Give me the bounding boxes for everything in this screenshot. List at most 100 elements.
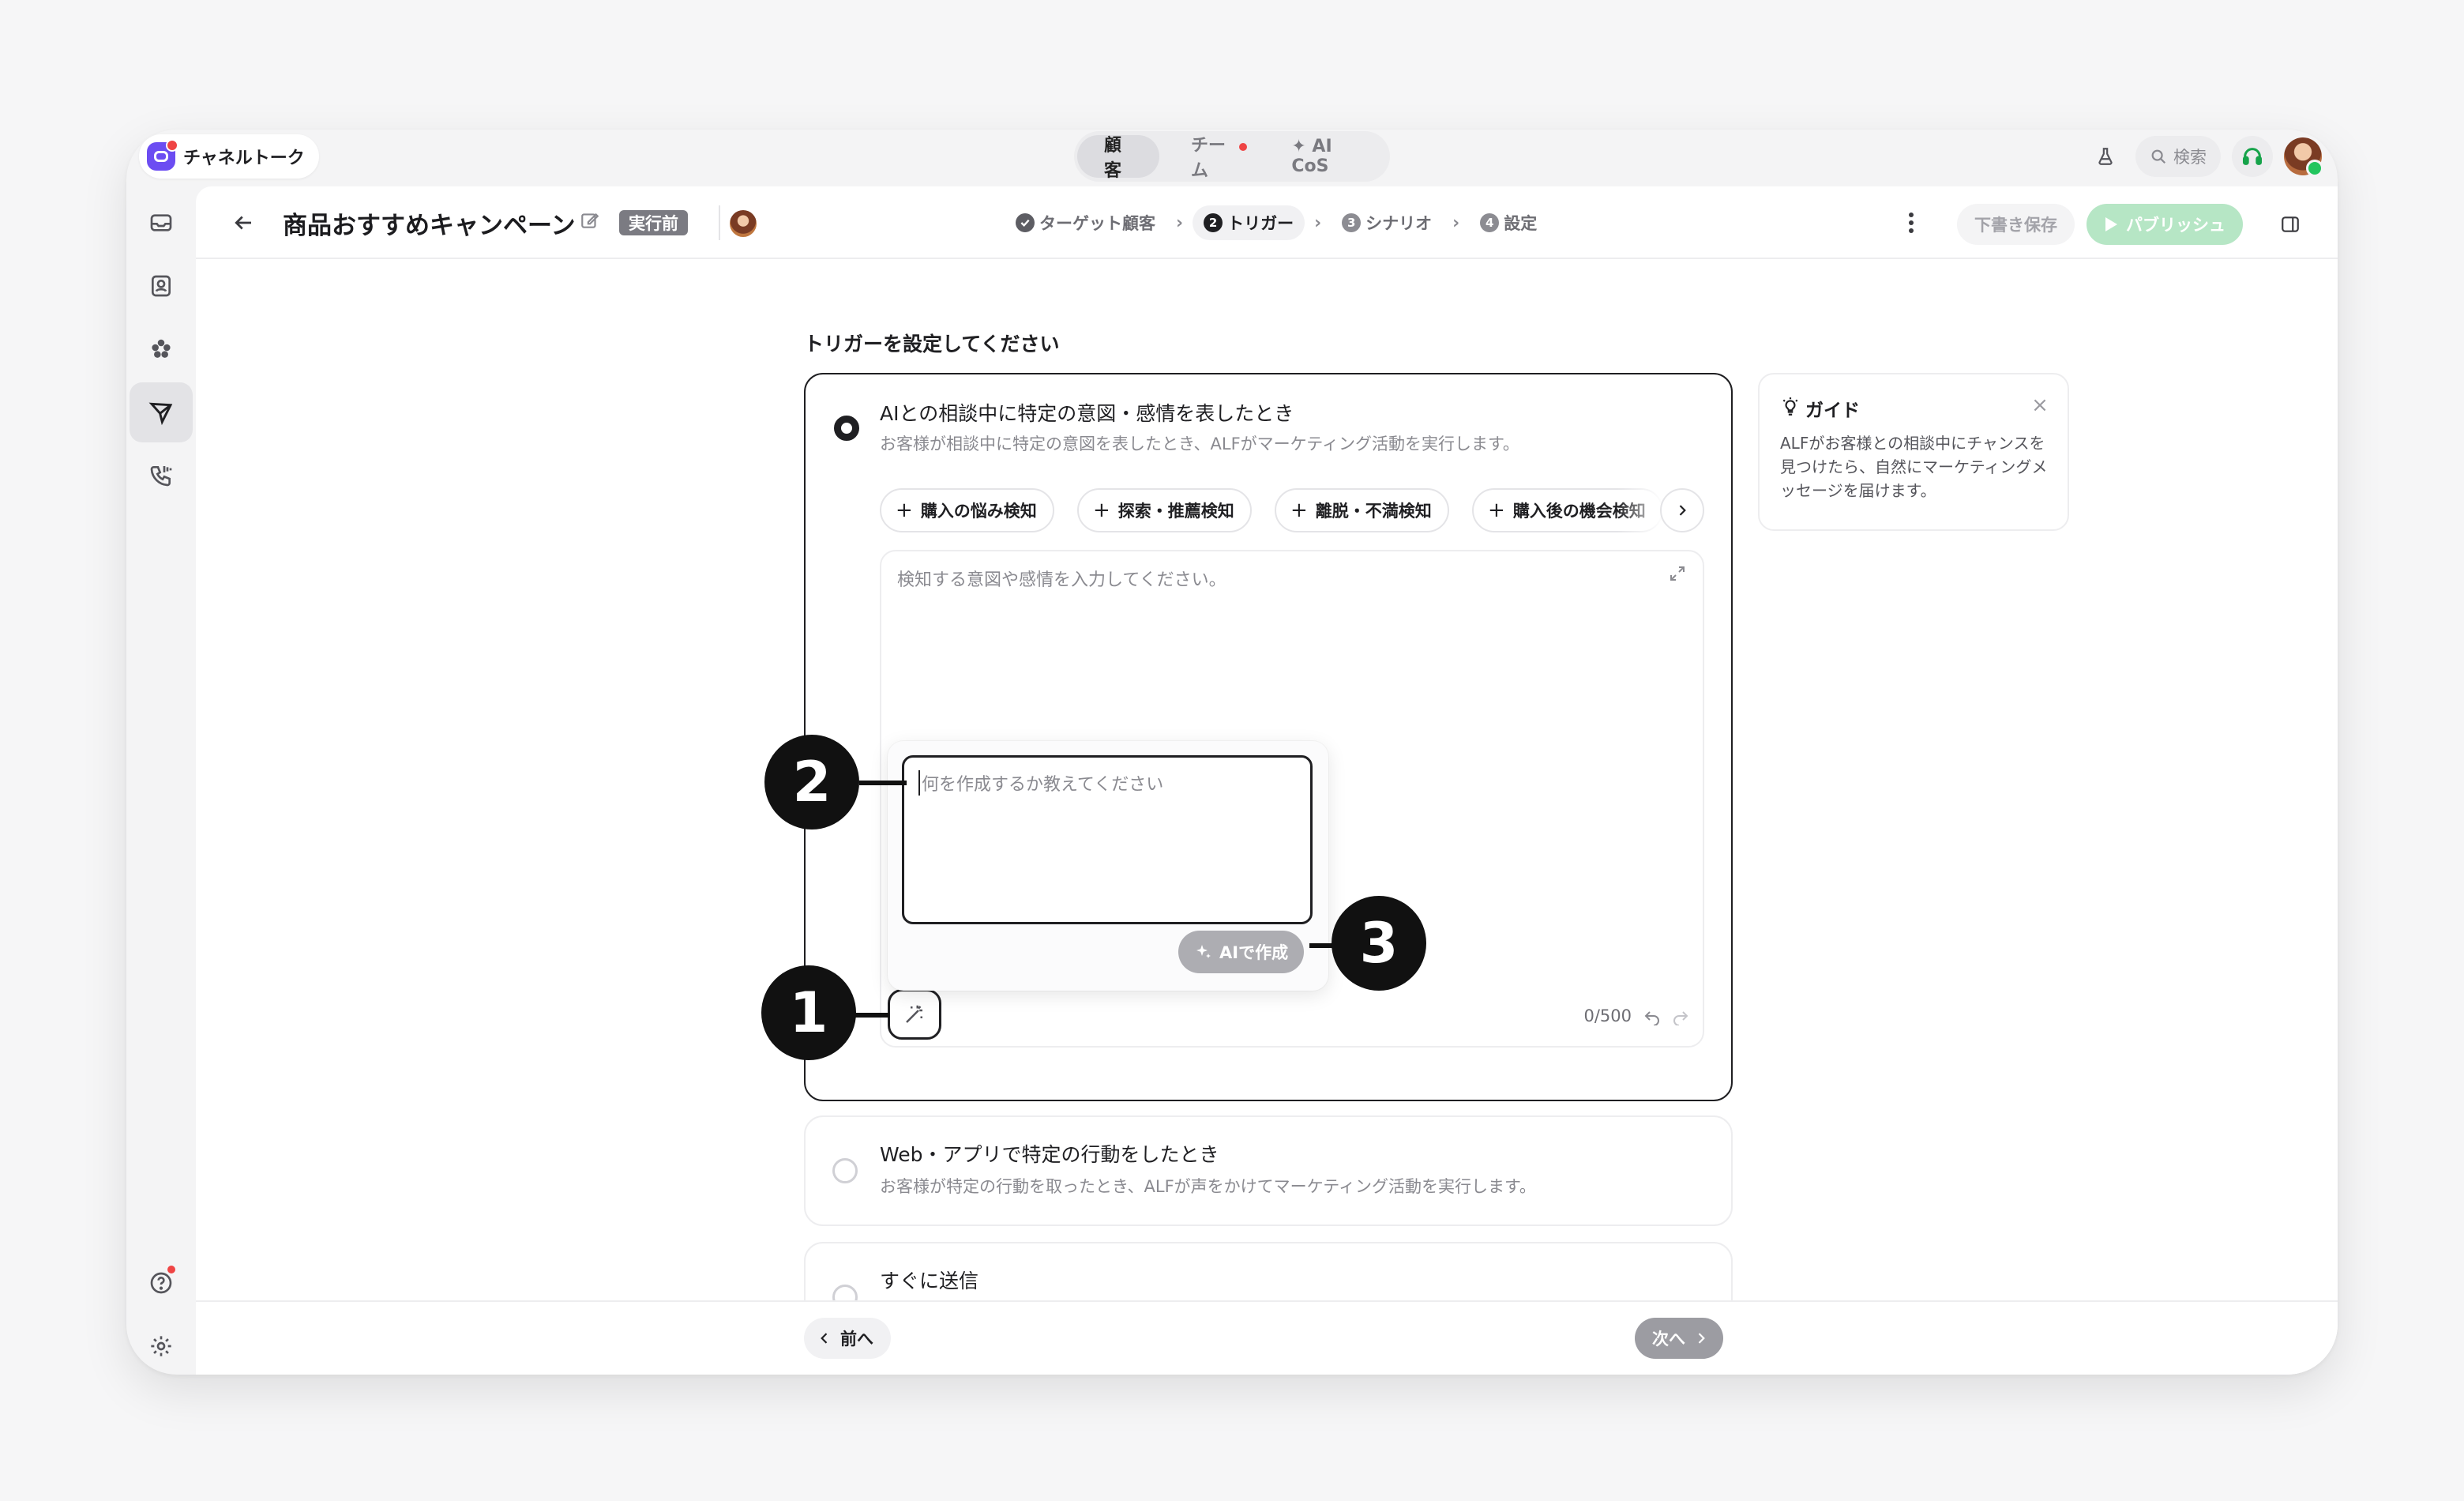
side-panel-icon (2282, 216, 2299, 232)
nav-marketing[interactable] (130, 382, 193, 442)
step-settings[interactable]: 4 設定 (1469, 205, 1548, 240)
redo-icon (1673, 1011, 1688, 1026)
guide-text: ALFがお客様との相談中にチャンスを見つけたら、自然にマーケティングメッセージを… (1780, 434, 2048, 500)
undo-icon (1644, 1011, 1659, 1026)
expand-button[interactable] (1668, 564, 1690, 586)
status-badge: 実行前 (619, 210, 688, 235)
campaign-header: 商品おすすめキャンペーン 実行前 ターゲット顧客 › 2 トリガー › 3 シナ… (196, 186, 2338, 259)
flower-icon (152, 339, 171, 358)
chevron-right-icon: › (1314, 213, 1322, 233)
footer-bar: 前へ 次へ (196, 1300, 2338, 1375)
editor-placeholder: 検知する意図や感情を入力してください。 (897, 570, 1226, 590)
contact-card-icon (152, 275, 171, 297)
callout-connector (853, 1013, 889, 1018)
search-button[interactable]: 検索 (2135, 136, 2221, 177)
left-nav (126, 186, 196, 1375)
tab-team[interactable]: チーム (1164, 135, 1260, 181)
nav-settings[interactable] (139, 1324, 183, 1368)
step-target-customers[interactable]: ターゲット顧客 (1005, 205, 1166, 240)
option-title: すぐに送信 (880, 1270, 979, 1292)
nav-inbox[interactable] (139, 201, 183, 245)
option-description: お客様が相談中に特定の意図を表したとき、ALFがマーケティング活動を実行します。 (880, 434, 1519, 453)
gear-icon (151, 1336, 171, 1356)
guide-title: ガイド (1805, 401, 1860, 421)
option-title: Web・アプリで特定の行動をしたとき (880, 1143, 1219, 1166)
chevron-right-icon (1698, 1333, 1705, 1344)
nav-help[interactable] (139, 1261, 183, 1305)
save-draft-button[interactable]: 下書き保存 (1957, 204, 2075, 245)
callout-badge-3: 3 (1332, 896, 1426, 991)
chip-churn-dissatisfaction[interactable]: + 離脱・不満検知 (1275, 488, 1449, 532)
next-button[interactable]: 次へ (1635, 1318, 1723, 1359)
search-icon (2151, 149, 2166, 164)
trigger-option-ai-intent[interactable]: AIとの相談中に特定の意図・感情を表したとき お客様が相談中に特定の意図を表した… (761, 373, 1733, 1101)
search-label: 検索 (2173, 148, 2207, 167)
more-menu-button[interactable] (1894, 205, 1929, 240)
publish-button[interactable]: パブリッシュ (2087, 204, 2243, 245)
ai-prompt-input[interactable]: 何を作成するか教えてください (902, 755, 1313, 924)
workspace-name: チャネルトーク (183, 149, 305, 168)
ai-prompt-placeholder: 何を作成するか教えてください (918, 770, 1163, 796)
trigger-option-web-app-behavior[interactable]: Web・アプリで特定の行動をしたとき お客様が特定の行動を取ったとき、ALFが声… (804, 1115, 1733, 1226)
plus-icon: + (1488, 498, 1505, 522)
owner-avatar[interactable] (730, 210, 757, 237)
help-icon (150, 1272, 172, 1294)
pencil-icon (581, 213, 599, 228)
phone-icon (150, 466, 172, 487)
user-avatar[interactable] (2284, 137, 2323, 177)
lab-flask-icon[interactable] (2087, 137, 2124, 175)
chevron-right-icon: › (1452, 213, 1460, 233)
close-icon[interactable]: × (2030, 393, 2050, 417)
ai-generate-button[interactable]: AIで作成 (1178, 931, 1305, 973)
suggestion-chips: + 購入の悩み検知 + 探索・推薦検知 + 離脱・不満検知 + 購入後の機会検知 (880, 488, 1704, 532)
main-panel: 商品おすすめキャンペーン 実行前 ターゲット顧客 › 2 トリガー › 3 シナ… (196, 186, 2338, 1375)
notification-dot (1239, 143, 1248, 151)
plus-icon: + (1093, 498, 1110, 522)
chip-purchase-concern[interactable]: + 購入の悩み検知 (880, 488, 1054, 532)
radio-selected[interactable] (834, 416, 859, 441)
nav-apps[interactable] (139, 327, 183, 371)
back-button[interactable] (224, 204, 262, 242)
redo-button[interactable] (1671, 1006, 1693, 1029)
plus-icon: + (896, 498, 913, 522)
check-circle-icon (1016, 213, 1035, 232)
nav-contacts[interactable] (139, 264, 183, 308)
lightbulb-icon (1780, 397, 1801, 417)
edit-title-button[interactable] (580, 210, 603, 234)
chips-next-button[interactable] (1660, 488, 1704, 532)
radio-unselected[interactable] (832, 1158, 858, 1183)
option-description: お客様が特定の行動を取ったとき、ALFが声をかけてマーケティング活動を実行します… (880, 1177, 1536, 1196)
stepper: ターゲット顧客 › 2 トリガー › 3 シナリオ › 4 設定 (1005, 202, 1548, 243)
top-bar: チャネルトーク 顧客 チーム ✦ AI CoS 検索 (126, 130, 2338, 186)
play-icon (2105, 217, 2117, 231)
kebab-icon (1909, 213, 1914, 233)
arrow-left-icon (235, 216, 251, 230)
app-window: チャネルトーク 顧客 チーム ✦ AI CoS 検索 商品おすすめキャンペーン … (126, 130, 2338, 1375)
undo-button[interactable] (1643, 1006, 1665, 1029)
step-scenario[interactable]: 3 シナリオ (1331, 205, 1443, 240)
tab-customers[interactable]: 顧客 (1077, 135, 1159, 181)
prev-button[interactable]: 前へ (804, 1318, 891, 1359)
guide-panel: ガイド × ALFがお客様との相談中にチャンスを見つけたら、自然にマーケティング… (1758, 373, 2069, 531)
tab-ai-cos[interactable]: ✦ AI CoS (1264, 135, 1387, 178)
chip-explore-recommend[interactable]: + 探索・推薦検知 (1077, 488, 1252, 532)
callout-badge-1: 1 (761, 965, 856, 1060)
ai-wand-button[interactable] (888, 989, 941, 1040)
magic-wand-icon (906, 1005, 922, 1023)
plus-icon: + (1290, 498, 1308, 522)
top-tabs: 顧客 チーム ✦ AI CoS (1074, 131, 1390, 182)
sparkle-icon (1196, 945, 1211, 958)
divider (719, 205, 720, 240)
headset-icon (2242, 148, 2263, 165)
toggle-side-panel-button[interactable] (2273, 207, 2308, 242)
ai-generate-popup: 何を作成するか教えてください AIで作成 (888, 741, 1328, 991)
nav-calls[interactable] (139, 453, 183, 498)
char-counter: 0/500 (1583, 1006, 1632, 1025)
chevron-right-icon: › (1176, 213, 1184, 233)
chevron-left-icon (821, 1333, 828, 1344)
headset-button[interactable] (2232, 136, 2273, 177)
inbox-icon (150, 214, 172, 231)
workspace-switcher[interactable]: チャネルトーク (139, 134, 319, 179)
step-trigger[interactable]: 2 トリガー (1193, 205, 1305, 240)
section-title: トリガーを設定してください (804, 333, 1060, 356)
